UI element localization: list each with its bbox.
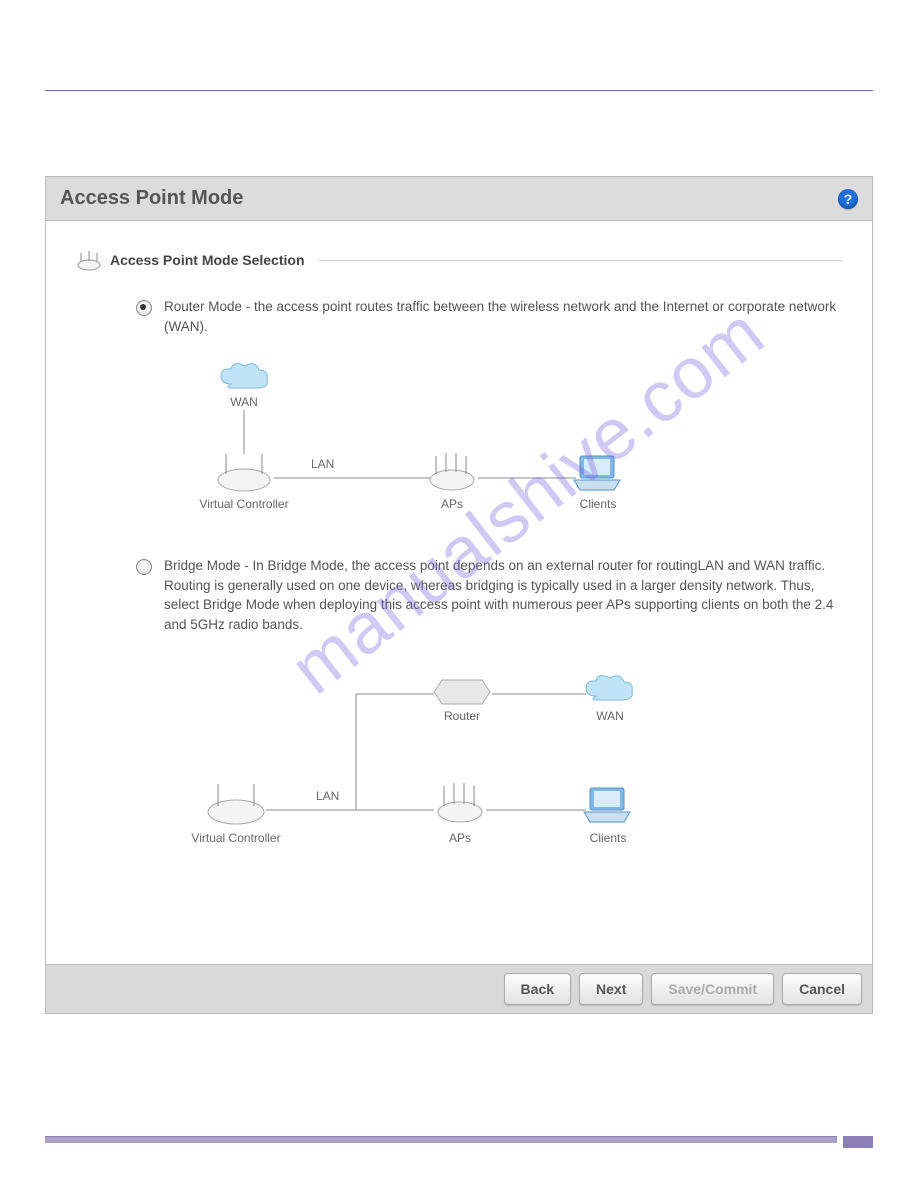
next-button[interactable]: Next xyxy=(579,973,643,1005)
svg-text:APs: APs xyxy=(449,831,471,845)
radio-bridge-mode[interactable] xyxy=(136,559,152,575)
panel-header: Access Point Mode ? xyxy=(46,177,872,221)
option-bridge-mode[interactable]: Bridge Mode - In Bridge Mode, the access… xyxy=(136,556,842,634)
option-router-text: Router Mode - the access point routes tr… xyxy=(164,297,842,336)
access-point-mode-panel: Access Point Mode ? Access Point Mode Se… xyxy=(45,176,873,965)
svg-text:LAN: LAN xyxy=(311,457,334,471)
section-rule xyxy=(319,260,843,261)
svg-text:LAN: LAN xyxy=(316,789,339,803)
help-icon[interactable]: ? xyxy=(838,189,858,209)
svg-text:Virtual Controller: Virtual Controller xyxy=(199,497,288,511)
svg-text:WAN: WAN xyxy=(230,395,258,409)
bridge-mode-diagram: Virtual Controller LAN Router WAN xyxy=(166,654,842,864)
page-top-rule xyxy=(45,90,873,91)
svg-text:Clients: Clients xyxy=(590,831,627,845)
option-router-mode[interactable]: Router Mode - the access point routes tr… xyxy=(136,297,842,336)
access-point-icon xyxy=(76,251,102,269)
svg-text:Clients: Clients xyxy=(580,497,617,511)
panel-title: Access Point Mode xyxy=(60,187,243,210)
svg-text:APs: APs xyxy=(441,497,463,511)
section-header: Access Point Mode Selection xyxy=(76,251,842,269)
svg-text:Router: Router xyxy=(444,709,480,723)
cancel-button[interactable]: Cancel xyxy=(782,973,862,1005)
router-mode-diagram: WAN Virtual Controller LAN xyxy=(166,356,842,526)
option-bridge-text: Bridge Mode - In Bridge Mode, the access… xyxy=(164,556,842,634)
svg-text:Virtual Controller: Virtual Controller xyxy=(191,831,280,845)
back-button[interactable]: Back xyxy=(504,973,571,1005)
panel-body: Access Point Mode Selection Router Mode … xyxy=(46,221,872,964)
radio-router-mode[interactable] xyxy=(136,300,152,316)
page-bottom-rule xyxy=(45,1136,873,1148)
wizard-footer: Back Next Save/Commit Cancel xyxy=(45,965,873,1014)
svg-text:WAN: WAN xyxy=(596,709,624,723)
save-commit-button[interactable]: Save/Commit xyxy=(651,973,774,1005)
section-title: Access Point Mode Selection xyxy=(110,252,305,268)
